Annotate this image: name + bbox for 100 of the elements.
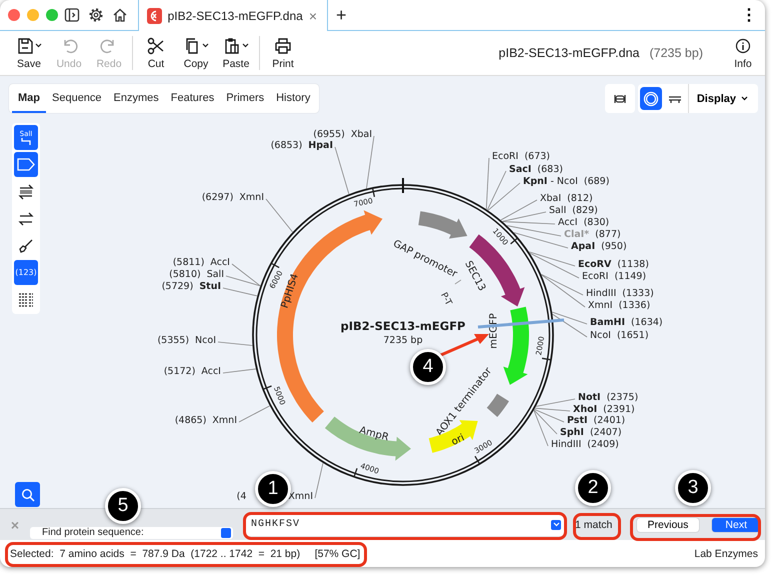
clipboard-icon	[223, 36, 241, 54]
leader-line	[334, 146, 350, 194]
feature-arrow-icon	[17, 158, 35, 171]
info-button[interactable]: Info	[723, 36, 763, 70]
enzyme-label[interactable]: (6853) HpaI	[270, 140, 333, 152]
list-icon	[18, 292, 34, 306]
sequence-view-icon	[668, 94, 682, 104]
caret-icon	[35, 43, 42, 48]
caret-icon	[242, 43, 249, 48]
enzyme-label[interactable]: KpnI - NcoI (689)	[523, 176, 610, 188]
search-button[interactable]	[15, 482, 40, 507]
view-mode-button[interactable]	[604, 84, 635, 113]
home-icon[interactable]	[112, 7, 128, 23]
primer-line	[454, 280, 462, 284]
plasmid-name: pIB2-SEC13-mEGFP	[340, 319, 466, 333]
circular-map-icon	[642, 90, 659, 106]
leader-line	[222, 368, 256, 374]
enzyme-label[interactable]: (6955) XbaI	[313, 129, 372, 141]
save-button[interactable]: Save	[9, 36, 49, 70]
cut-site-icon	[20, 138, 32, 146]
feature-label: ori	[450, 432, 466, 448]
enzyme-label[interactable]: ApaI (950)	[571, 241, 627, 253]
paste-button[interactable]: Paste	[216, 36, 256, 70]
numbers-tool-button[interactable]: (123)	[14, 260, 38, 285]
view-tab[interactable]: Primers	[220, 84, 270, 113]
enzyme-label[interactable]: XhoI (2391)	[573, 404, 635, 416]
tick-mark	[353, 468, 358, 478]
enzyme-label[interactable]: (5811) AccI	[172, 257, 230, 269]
view-tab[interactable]: History	[270, 84, 316, 113]
enzyme-label[interactable]: AccI (830)	[558, 217, 610, 229]
selection-info: Selected: 7 amino acids = 787.9 Da (1722 .. 1742 = 21 bp) [57% GC]	[10, 548, 360, 560]
caret-icon	[552, 522, 560, 527]
next-button[interactable]: Next	[712, 518, 760, 532]
find-mode-dropdown[interactable]: Find protein sequence:	[30, 526, 233, 538]
display-menu-button[interactable]: Display	[688, 84, 756, 113]
new-tab-button[interactable]: +	[328, 0, 355, 30]
print-button[interactable]: Print	[263, 36, 303, 70]
view-tab[interactable]: Enzymes	[108, 84, 165, 113]
document-tab[interactable]: pIB2-SEC13-mEGFP.dna ×	[138, 0, 328, 31]
caret-icon	[741, 96, 748, 101]
plasmid-length: 7235 bp	[382, 335, 424, 346]
more-menu-button[interactable]: ⋮	[733, 0, 765, 30]
linear-map-icon	[612, 92, 627, 104]
previous-button[interactable]: Previous	[636, 518, 700, 532]
leader-line	[266, 198, 293, 232]
view-tab[interactable]: Sequence	[46, 84, 108, 113]
origin-mark	[402, 178, 404, 193]
tick-mark	[372, 188, 376, 198]
view-tab[interactable]: Map	[12, 84, 46, 113]
enzyme-label[interactable]: SalI (829)	[549, 205, 598, 217]
enzyme-label[interactable]: (4865) XmnI	[174, 415, 237, 427]
brush-icon	[18, 238, 34, 254]
printer-icon	[274, 36, 292, 54]
tick-mark	[270, 262, 280, 268]
enzyme-label[interactable]: PstI (2401)	[567, 415, 626, 427]
leader-line	[366, 136, 374, 189]
save-icon	[16, 36, 34, 54]
enzyme-label[interactable]: EcoRI (1149)	[582, 271, 646, 283]
enzyme-label[interactable]: EcoRV (1138)	[578, 259, 649, 271]
enzyme-label[interactable]: (5172) AccI	[164, 366, 221, 378]
enzyme-label[interactable]: XbaI (812)	[540, 193, 593, 205]
enzyme-label[interactable]: BamHI (1634)	[590, 317, 663, 329]
match-count: 1 match	[575, 518, 612, 530]
highlight-frame	[573, 513, 621, 540]
enzyme-label[interactable]: NcoI (1651)	[590, 330, 649, 342]
leader-line	[238, 406, 270, 422]
info-icon	[735, 38, 751, 54]
dna-strands-icon	[18, 184, 34, 200]
enzyme-label[interactable]: (5729) StuI	[162, 281, 221, 293]
close-tab-button[interactable]: ×	[308, 8, 317, 24]
leader-line	[218, 342, 253, 346]
enzyme-label[interactable]: (5355) NcoI	[157, 335, 216, 347]
file-name: pIB2-SEC13-mEGFP.dna	[498, 46, 640, 60]
enzyme-label[interactable]: (5810) SalI	[169, 269, 224, 281]
enzyme-label[interactable]: HindIII (1333)	[586, 288, 654, 300]
enzyme-label[interactable]: EcoRI (673)	[492, 151, 550, 163]
enzyme-label[interactable]: SacI (683)	[509, 164, 563, 176]
settings-icon[interactable]	[88, 7, 104, 23]
enzyme-label[interactable]: SphI (2407)	[560, 427, 622, 439]
sidebar-icon[interactable]	[64, 7, 80, 23]
enzyme-label[interactable]: XmnI (1336)	[588, 300, 650, 312]
sequence-length: (7235 bp)	[649, 46, 703, 60]
cut-button[interactable]: Cut	[136, 36, 176, 70]
features-tool-button[interactable]	[14, 152, 38, 177]
tick-mark	[510, 238, 518, 244]
enzyme-label[interactable]: NotI (2375)	[578, 392, 638, 404]
enzyme-label[interactable]: (6297) XmnI	[202, 192, 264, 204]
copy-button[interactable]: Copy	[176, 36, 216, 70]
search-field[interactable]: NGHKFSV	[246, 514, 564, 536]
search-icon	[20, 488, 34, 502]
feature-label: AmpR	[358, 425, 390, 444]
enzyme-label[interactable]: HindIII (2409)	[551, 439, 619, 451]
enzyme-label[interactable]: ClaI* (877)	[564, 229, 621, 241]
view-tab[interactable]: Features	[164, 84, 220, 113]
close-window-button[interactable]	[8, 9, 20, 21]
swap-arrows-icon	[18, 210, 34, 226]
caret-icon	[202, 43, 209, 48]
tick-mark	[542, 358, 552, 360]
scissors-icon	[147, 36, 165, 54]
enzyme-set-label: Lab Enzymes	[694, 548, 758, 560]
